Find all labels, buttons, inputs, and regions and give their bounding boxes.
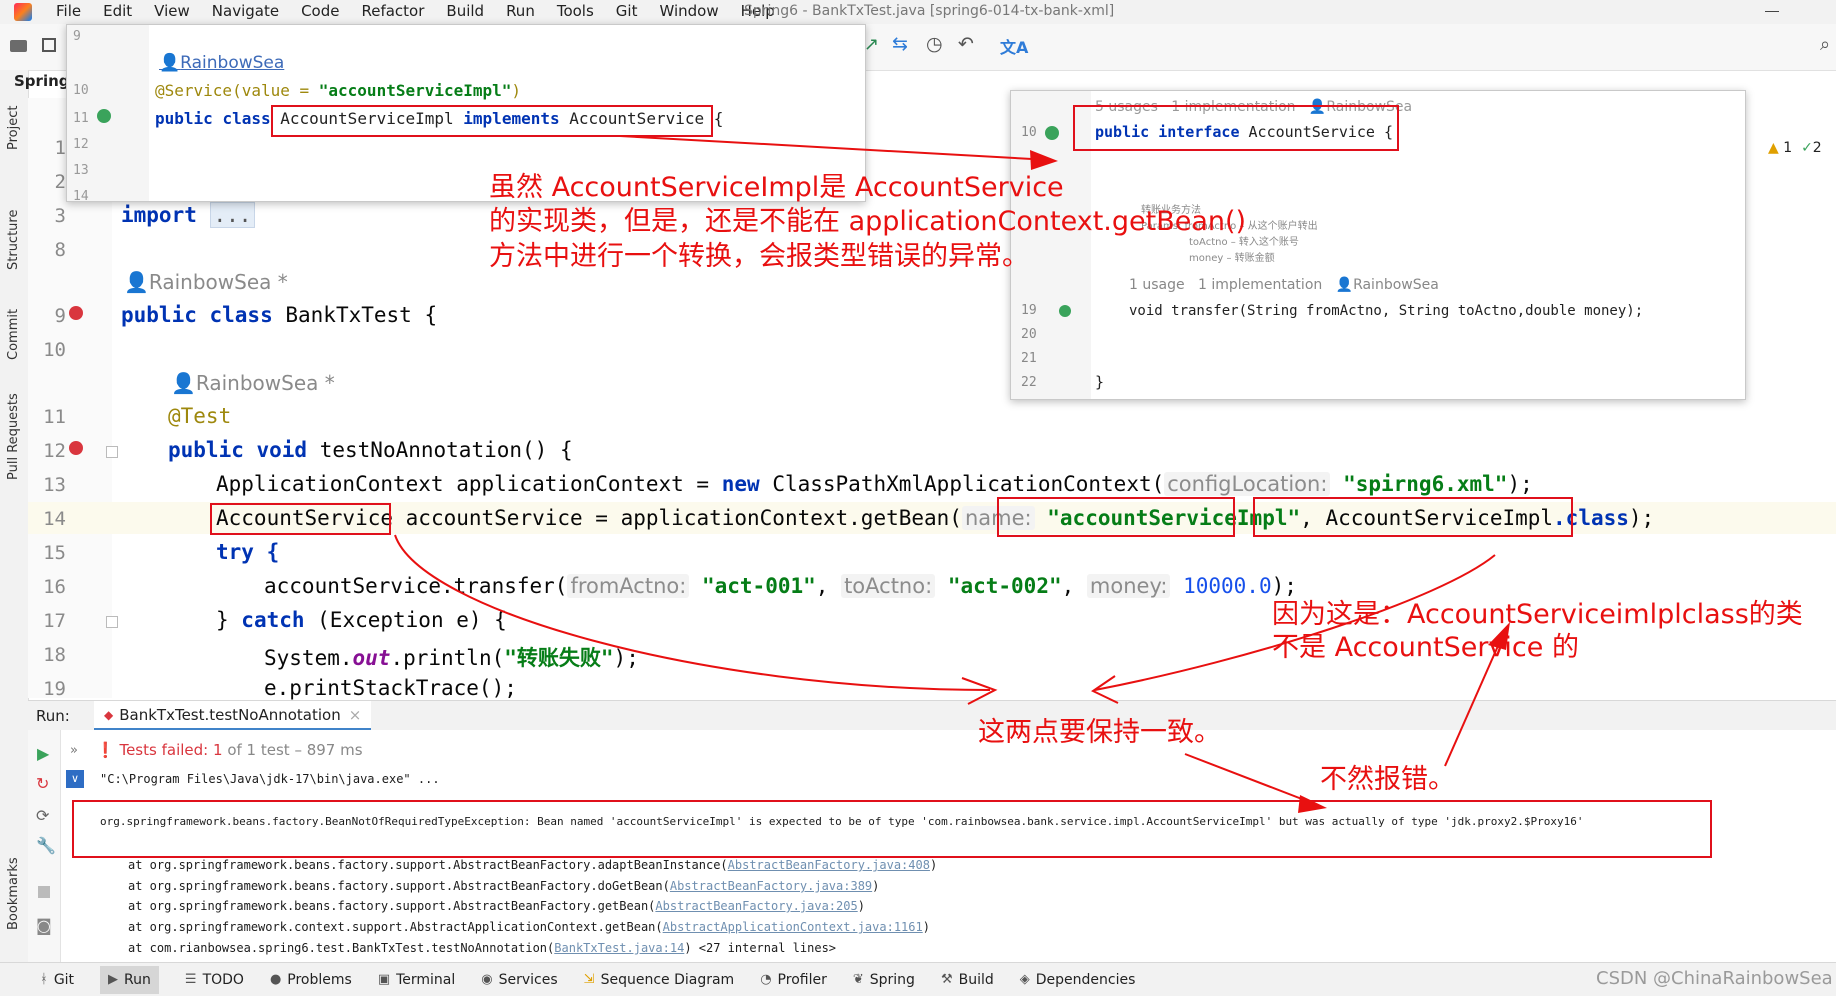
arrow-type-to-note (394, 534, 991, 691)
annotation-note-4: 不然报错。 (1320, 764, 1455, 795)
arrow-impl-to-interface (619, 135, 1051, 161)
annotation-note-1-line-2: 的实现类，但是，还是不能在 applicationContext.getBean… (489, 206, 1247, 237)
annotation-note-1-line-3: 方法中进行一个转换，会报类型错误的异常。 (489, 241, 1029, 272)
arrowhead (961, 677, 998, 705)
arrowhead (1298, 795, 1327, 813)
annotation-note-2-line-2: 不是 AccountService 的 (1272, 632, 1579, 663)
annotation-note-3: 这两点要保持一致。 (978, 717, 1221, 748)
annotation-arrows (394, 135, 1510, 813)
arrowhead (1091, 675, 1119, 704)
